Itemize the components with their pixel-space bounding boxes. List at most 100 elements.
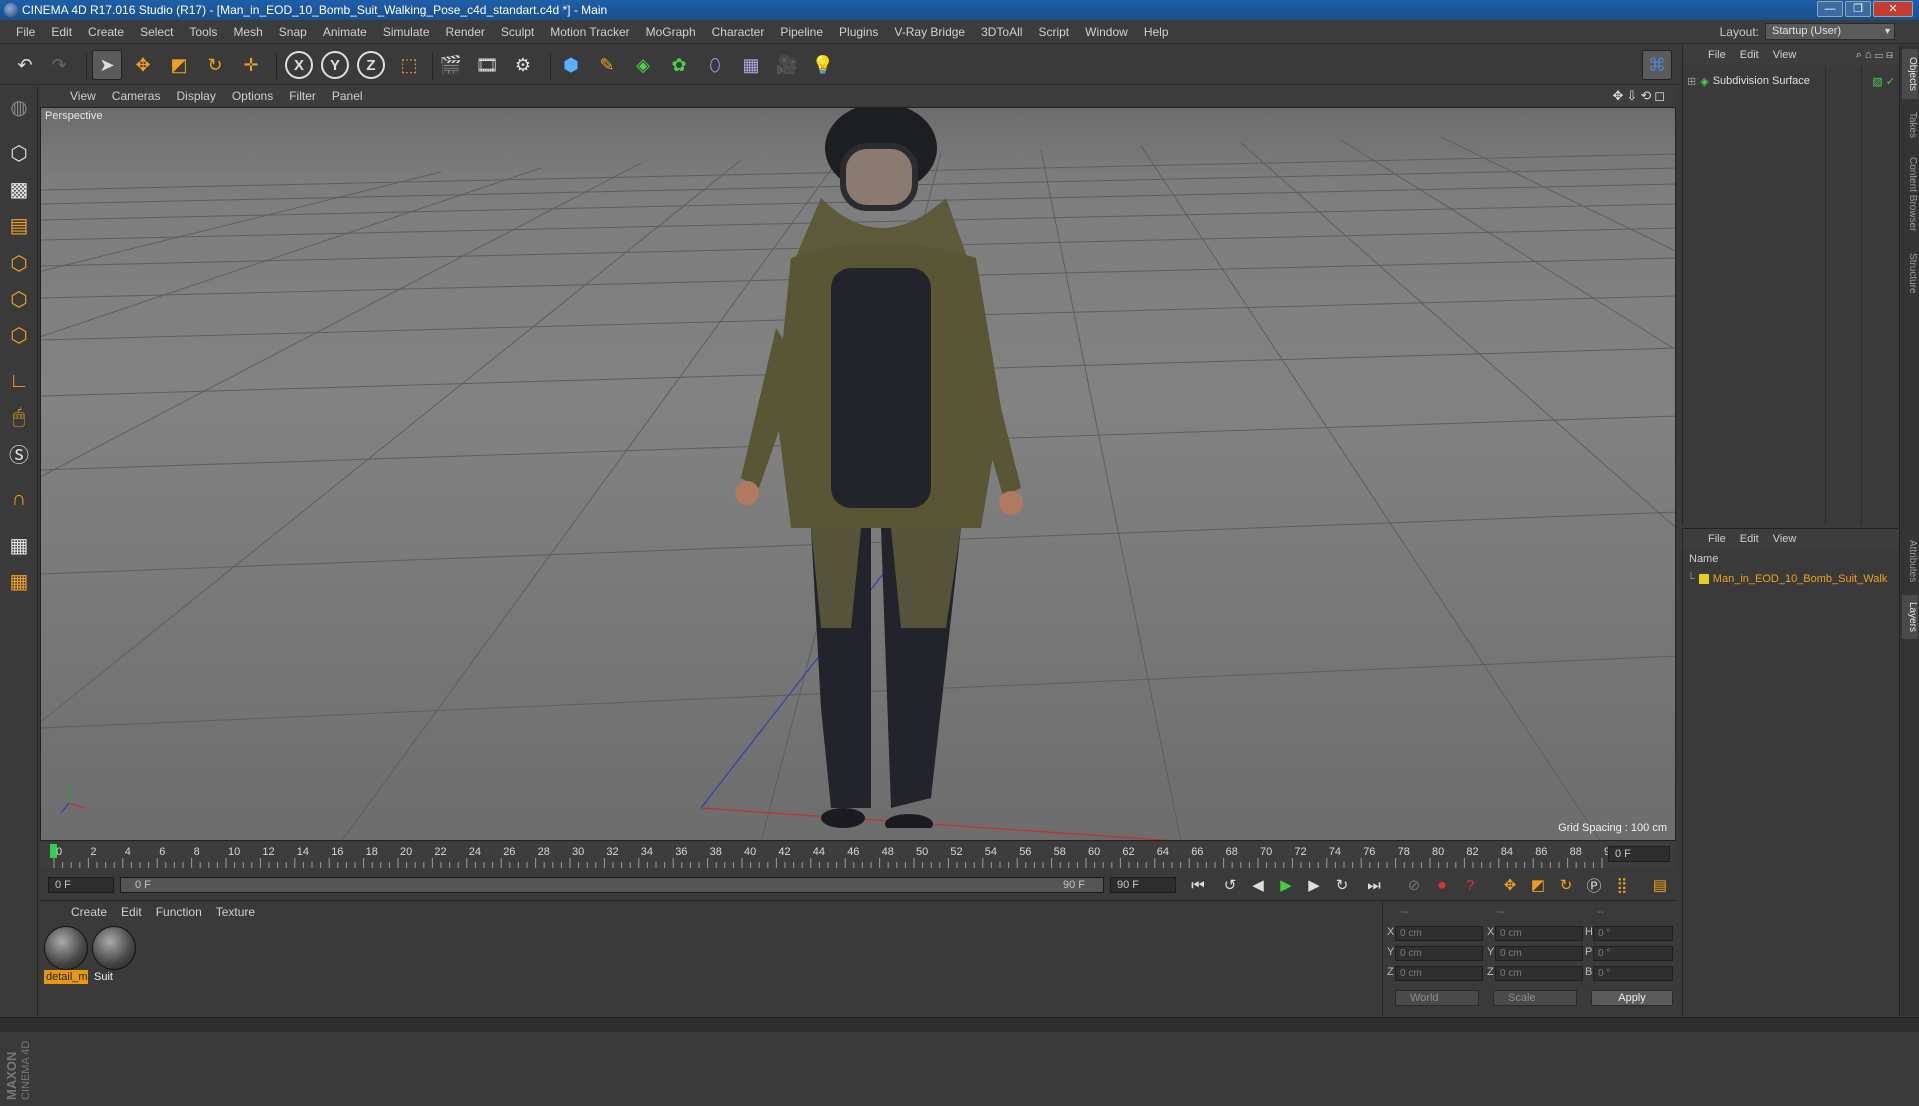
camera-icon[interactable]: 🎥 <box>772 50 802 80</box>
snap-icon[interactable]: Ⓢ <box>4 438 34 468</box>
texture-mode-icon[interactable]: ▩ <box>4 174 34 204</box>
render-settings-icon[interactable]: ⚙ <box>508 50 538 80</box>
menu-sculpt[interactable]: Sculpt <box>493 25 542 39</box>
menu-plugins[interactable]: Plugins <box>831 25 886 39</box>
record-disabled-icon[interactable]: ⊘ <box>1402 873 1426 897</box>
tab-takes[interactable]: Takes <box>1902 105 1918 145</box>
transform-icon[interactable]: ✛ <box>236 50 266 80</box>
rotate-icon[interactable]: ↻ <box>200 50 230 80</box>
redo-icon[interactable]: ↷ <box>44 50 74 80</box>
close-button[interactable]: ✕ <box>1873 1 1913 17</box>
layout-select[interactable]: Startup (User) <box>1765 23 1895 40</box>
material-swatch-suit[interactable]: Suit <box>92 926 136 984</box>
maximize-button[interactable]: ❐ <box>1845 1 1871 17</box>
x-axis-icon[interactable]: X <box>285 51 313 79</box>
layer-menu-view[interactable]: View <box>1766 533 1804 545</box>
position-y-field[interactable]: 0 cm <box>1395 946 1483 961</box>
timeline-window-icon[interactable]: ▤ <box>1648 873 1672 897</box>
rotation-b-field[interactable]: 0 ° <box>1593 966 1673 981</box>
layer-row[interactable]: └ Man_in_EOD_10_Bomb_Suit_Walk <box>1687 571 1897 587</box>
layer-menu-edit[interactable]: Edit <box>1733 533 1766 545</box>
render-view-icon[interactable]: 🎬 <box>436 50 466 80</box>
menu-edit[interactable]: Edit <box>43 25 80 39</box>
menu-character[interactable]: Character <box>704 25 773 39</box>
light-icon[interactable]: 💡 <box>808 50 838 80</box>
tree-expand-icon[interactable]: ⊞ <box>1687 75 1696 88</box>
tab-layers[interactable]: Layers <box>1902 595 1918 639</box>
material-menu-edit[interactable]: Edit <box>114 905 149 919</box>
menu-simulate[interactable]: Simulate <box>375 25 438 39</box>
start-frame-field[interactable]: 0 F <box>48 877 114 893</box>
viewport-menu-cameras[interactable]: Cameras <box>104 89 169 103</box>
minimize-button[interactable]: — <box>1817 1 1843 17</box>
z-axis-icon[interactable]: Z <box>357 51 385 79</box>
record-active-objects-icon[interactable]: ⏺ <box>1430 873 1454 897</box>
rotation-p-field[interactable]: 0 ° <box>1593 946 1673 961</box>
previous-frame-icon[interactable]: ◀ <box>1246 873 1270 897</box>
deformer-icon[interactable]: ⬯ <box>700 50 730 80</box>
undo-icon[interactable]: ↶ <box>10 50 40 80</box>
make-editable-icon[interactable]: ◍ <box>4 92 34 122</box>
next-key-icon[interactable]: ↻ <box>1330 873 1354 897</box>
menu-vray-bridge[interactable]: V-Ray Bridge <box>886 25 973 39</box>
menu-file[interactable]: File <box>8 25 43 39</box>
keyframe-rotation-icon[interactable]: ↻ <box>1554 873 1578 897</box>
menu-snap[interactable]: Snap <box>271 25 315 39</box>
polygons-mode-icon[interactable]: ⬡ <box>4 320 34 350</box>
material-menu-texture[interactable]: Texture <box>209 905 262 919</box>
select-arrow-icon[interactable]: ➤ <box>92 50 122 80</box>
next-frame-icon[interactable]: ▶ <box>1302 873 1326 897</box>
menu-tools[interactable]: Tools <box>181 25 225 39</box>
timeline-ruler[interactable]: 0 2 4 6 8 10 12 14 16 18 20 22 24 26 28 30 32 34 36 38 40 42 4… <box>40 842 1676 868</box>
keyframe-pla-icon[interactable]: ⣿ <box>1610 873 1634 897</box>
mograph-icon[interactable]: ✿ <box>664 50 694 80</box>
floor-icon[interactable]: ▦ <box>736 50 766 80</box>
coordinate-system-icon[interactable]: ⬚ <box>394 50 424 80</box>
viewport-menu-display[interactable]: Display <box>168 89 223 103</box>
menu-script[interactable]: Script <box>1030 25 1077 39</box>
material-menu-create[interactable]: Create <box>64 905 114 919</box>
points-mode-icon[interactable]: ⬡ <box>4 248 34 278</box>
keyframe-scale-icon[interactable]: ◩ <box>1526 873 1550 897</box>
material-menu-function[interactable]: Function <box>149 905 209 919</box>
tab-content-browser[interactable]: Content Browser <box>1902 149 1918 239</box>
magnet-icon[interactable]: ∩ <box>4 484 34 514</box>
axis-mode-icon[interactable]: ∟ <box>4 366 34 396</box>
viewport-menu-view[interactable]: View <box>62 89 104 103</box>
object-manager-search-icon[interactable]: ⌕ ⌂ ▭ ⊟ <box>1856 49 1893 62</box>
menu-mograph[interactable]: MoGraph <box>638 25 704 39</box>
menu-animate[interactable]: Animate <box>315 25 375 39</box>
model-mode-icon[interactable]: ⬡ <box>4 138 34 168</box>
size-x-field[interactable]: 0 cm <box>1495 926 1583 941</box>
viewport-navigation-icons[interactable]: ✥⇩⟲◻ <box>1613 88 1668 104</box>
keyframe-parameter-icon[interactable]: Ⓟ <box>1582 873 1606 897</box>
planar-workplane-icon[interactable]: ▦ <box>4 566 34 596</box>
render-picture-viewer-icon[interactable]: 🎞 <box>472 50 502 80</box>
end-frame-field[interactable]: 90 F <box>1110 877 1176 893</box>
object-menu-view[interactable]: View <box>1766 49 1804 61</box>
workplane-lock-icon[interactable]: ▦ <box>4 530 34 560</box>
object-menu-edit[interactable]: Edit <box>1733 49 1766 61</box>
menu-help[interactable]: Help <box>1136 25 1177 39</box>
autokeying-icon[interactable]: ? <box>1458 873 1482 897</box>
preview-range-slider[interactable]: 0 F 90 F <box>120 877 1104 893</box>
edges-mode-icon[interactable]: ⬡ <box>4 284 34 314</box>
tab-structure[interactable]: Structure <box>1902 243 1918 303</box>
bomb-suit-figure[interactable] <box>731 108 1051 828</box>
menu-render[interactable]: Render <box>438 25 493 39</box>
tab-attributes[interactable]: Attributes <box>1902 531 1918 591</box>
coordinate-mode-dropdown[interactable]: World <box>1395 990 1479 1006</box>
current-frame-field[interactable]: 0 F <box>1608 846 1670 862</box>
viewport-menu-panel[interactable]: Panel <box>324 89 371 103</box>
menu-motion-tracker[interactable]: Motion Tracker <box>542 25 637 39</box>
perspective-viewport[interactable]: Perspective Grid Spacing : 100 cm <box>40 107 1676 841</box>
size-z-field[interactable]: 0 cm <box>1495 966 1583 981</box>
position-z-field[interactable]: 0 cm <box>1395 966 1483 981</box>
position-x-field[interactable]: 0 cm <box>1395 926 1483 941</box>
rotation-h-field[interactable]: 0 ° <box>1593 926 1673 941</box>
material-swatch-detail[interactable]: detail_m <box>44 926 88 984</box>
go-to-start-icon[interactable]: ⏮ <box>1186 873 1210 897</box>
pen-icon[interactable]: ✎ <box>592 50 622 80</box>
viewport-menu-filter[interactable]: Filter <box>281 89 324 103</box>
scale-icon[interactable]: ◩ <box>164 50 194 80</box>
